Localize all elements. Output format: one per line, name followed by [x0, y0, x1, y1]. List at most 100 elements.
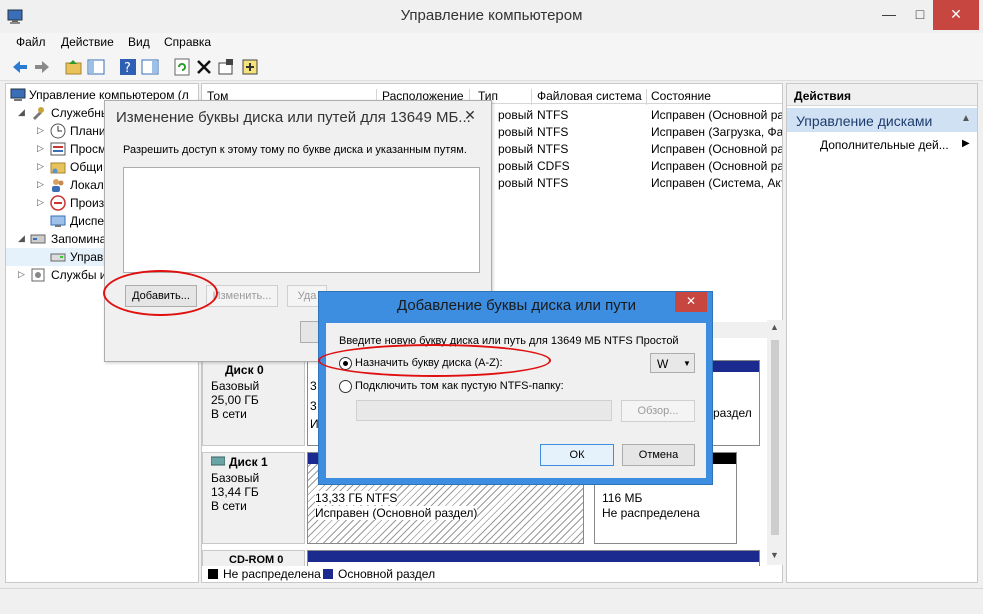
menu-file[interactable]: Файл: [16, 35, 46, 49]
collapse-up-icon[interactable]: ▲: [961, 113, 971, 124]
dialog-title: Добавление буквы диска или пути: [397, 297, 636, 314]
volume-fs: NTFS: [537, 142, 569, 156]
storage-icon: [30, 231, 46, 247]
refresh-icon[interactable]: [172, 57, 192, 77]
ok-button[interactable]: ОК: [540, 444, 614, 466]
folder-path-input[interactable]: [356, 400, 612, 421]
browse-button[interactable]: Обзор...: [621, 400, 695, 422]
mount-folder-radio[interactable]: [339, 380, 352, 393]
help-icon[interactable]: ?: [118, 57, 138, 77]
device-manager-icon: [50, 213, 66, 229]
close-button[interactable]: ✕: [933, 0, 979, 30]
mount-folder-label: Подключить том как пустую NTFS-папку:: [355, 380, 564, 392]
chevron-down-icon: ▼: [683, 359, 691, 368]
minimize-button[interactable]: —: [871, 0, 907, 30]
partition-text: 3: [310, 399, 317, 413]
up-folder-icon[interactable]: [64, 57, 84, 77]
forward-icon[interactable]: [32, 57, 52, 77]
volume-status: Исправен (Система, Акт: [651, 176, 783, 190]
dialog-close-button[interactable]: ✕: [455, 104, 485, 128]
more-actions-link[interactable]: Дополнительные дей... ▶: [820, 138, 970, 152]
tree-item-label: Плани: [70, 124, 106, 138]
services-icon: [30, 267, 46, 283]
column-header-filesystem[interactable]: Файловая система: [537, 89, 647, 105]
show-action-pane-icon[interactable]: [140, 57, 160, 77]
actions-pane: Действия Управление дисками ▲ Дополнител…: [786, 83, 978, 583]
submenu-arrow-icon: ▶: [962, 138, 970, 149]
expand-icon[interactable]: ▷: [37, 179, 44, 190]
dialog1-ok-partial: [300, 321, 320, 343]
scroll-thumb[interactable]: [771, 340, 779, 535]
delete-icon[interactable]: [194, 57, 214, 77]
expand-icon[interactable]: ▷: [37, 161, 44, 172]
tree-item-label: Общи: [70, 160, 103, 174]
volume-type: ровый: [498, 108, 534, 122]
dialog-title: Изменение буквы диска или путей для 1364…: [116, 109, 471, 126]
clock-icon: [50, 123, 66, 139]
performance-icon: [50, 195, 66, 211]
disk-kind: Базовый: [211, 471, 260, 485]
disk-name: Диск 0: [225, 363, 264, 377]
disk-kind: Базовый: [211, 379, 260, 393]
partition-size: 13,33 ГБ NTFS: [315, 491, 398, 505]
disk0-label[interactable]: Диск 0 Базовый 25,00 ГБ В сети: [202, 360, 305, 446]
volume-fs: CDFS: [537, 159, 570, 173]
actions-section-label: Управление дисками: [796, 113, 933, 129]
menu-action[interactable]: Действие: [61, 35, 114, 49]
volume-status: Исправен (Загрузка, Фа: [651, 125, 783, 139]
drive-letter-select[interactable]: W ▼: [650, 353, 695, 373]
export-icon[interactable]: [240, 57, 260, 77]
disk-size: 25,00 ГБ: [211, 393, 259, 407]
dialog-description: Разрешить доступ к этому тому по букве д…: [123, 144, 467, 156]
disk-state: В сети: [211, 407, 247, 421]
show-hide-tree-icon[interactable]: [86, 57, 106, 77]
volume-status: Исправен (Основной ра: [651, 142, 783, 156]
event-viewer-icon: [50, 141, 66, 157]
tree-item-label: Службы и: [51, 268, 107, 282]
menu-help[interactable]: Справка: [164, 35, 211, 49]
partition-text: 3: [310, 379, 317, 393]
volume-status: Исправен (Основной ра: [651, 159, 783, 173]
expand-icon[interactable]: ▷: [37, 143, 44, 154]
volume-status: Исправен (Основной ра: [651, 108, 783, 122]
legend-primary-swatch: [323, 569, 333, 579]
scroll-down-icon[interactable]: ▼: [770, 550, 779, 560]
drive-letter-value: W: [657, 357, 669, 371]
actions-header: Действия: [787, 84, 977, 106]
collapse-icon[interactable]: ◢: [18, 107, 25, 118]
tree-item-label: Запомина: [51, 232, 107, 246]
svg-text:?: ?: [124, 61, 131, 76]
title-bar: Управление компьютером — □ ✕: [0, 0, 983, 32]
cancel-button[interactable]: Отмена: [622, 444, 695, 466]
volume-type: ровый: [498, 125, 534, 139]
expand-icon[interactable]: ▷: [18, 269, 25, 280]
column-header-status[interactable]: Состояние: [651, 89, 781, 105]
legend-unallocated-swatch: [208, 569, 218, 579]
computer-management-window: Управление компьютером — □ ✕ Файл Действ…: [0, 0, 983, 614]
partition-text: раздел: [713, 406, 752, 420]
expand-icon[interactable]: ▷: [37, 125, 44, 136]
drive-paths-list[interactable]: [123, 167, 480, 273]
dialog-close-button[interactable]: ✕: [675, 292, 707, 312]
maximize-button[interactable]: □: [907, 0, 933, 30]
disk-icon: [210, 455, 226, 470]
volume-type: ровый: [498, 159, 534, 173]
tree-item-label: Локал: [70, 178, 104, 192]
expand-icon[interactable]: ▷: [37, 197, 44, 208]
disk1-label[interactable]: Диск 1 Базовый 13,44 ГБ В сети: [202, 452, 305, 544]
disk-name: Диск 1: [229, 455, 268, 469]
actions-section-disk-management[interactable]: Управление дисками ▲: [787, 108, 977, 132]
disk-size: 13,44 ГБ: [211, 485, 259, 499]
vertical-scrollbar[interactable]: ▲ ▼: [767, 320, 783, 565]
properties-icon[interactable]: [216, 57, 236, 77]
menu-bar: Файл Действие Вид Справка: [0, 33, 983, 53]
scroll-up-icon[interactable]: ▲: [770, 322, 779, 332]
collapse-icon[interactable]: ◢: [18, 233, 25, 244]
unallocated-status: Не распределена: [602, 506, 700, 520]
menu-view[interactable]: Вид: [128, 35, 150, 49]
disk0-partition-right[interactable]: раздел: [712, 360, 760, 446]
back-icon[interactable]: [10, 57, 30, 77]
tree-item-label: Диспе: [70, 214, 105, 228]
status-bar: [0, 588, 983, 614]
unallocated-size: 116 МБ: [602, 491, 643, 505]
